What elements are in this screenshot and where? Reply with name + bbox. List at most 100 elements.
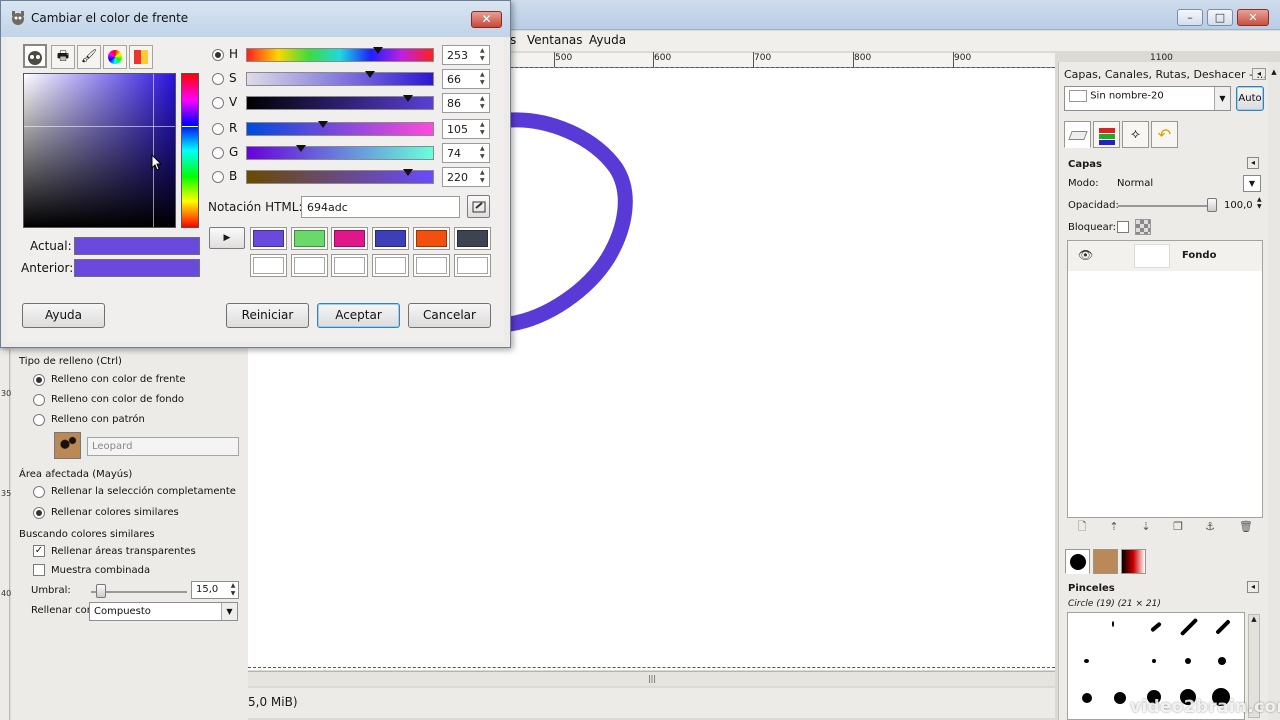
fill-transparent-checkbox[interactable]: ✓ — [33, 545, 45, 557]
horizontal-scrollbar[interactable]: ||| — [248, 671, 1055, 686]
layers-list[interactable]: 👁 Fondo — [1067, 240, 1263, 518]
opacity-track[interactable] — [1118, 205, 1213, 207]
layers-panel-menu-icon[interactable]: ◂ — [1247, 157, 1259, 169]
channel-radio-r[interactable] — [212, 123, 224, 135]
mode-value[interactable]: Normal — [1117, 178, 1153, 189]
brush-item[interactable] — [1215, 619, 1231, 635]
brushes-panel-menu-icon[interactable]: ◂ — [1247, 581, 1259, 593]
channel-marker-g[interactable] — [295, 145, 306, 152]
watercolor-selector-tab-icon[interactable]: 🖌 — [77, 45, 101, 69]
channel-marker-v[interactable] — [402, 95, 413, 102]
delete-layer-icon[interactable]: 🗑 — [1239, 520, 1253, 534]
layers-tab-icon[interactable] — [1064, 121, 1091, 148]
dialog-close-button[interactable]: ✕ — [471, 11, 502, 28]
sample-merged-checkbox[interactable] — [33, 564, 45, 576]
channel-radio-s[interactable] — [212, 73, 224, 85]
scroll-up-icon[interactable]: ▲ — [1249, 615, 1259, 623]
channel-radio-b[interactable] — [212, 171, 224, 183]
history-swatch[interactable] — [454, 227, 491, 250]
spin-arrows-icon[interactable]: ▲ ▼ — [480, 71, 488, 87]
channel-marker-b[interactable] — [402, 169, 413, 176]
patterns-tab-icon[interactable] — [1093, 549, 1118, 574]
brush-item[interactable] — [1179, 617, 1199, 637]
pattern-name-field[interactable]: Leopard — [87, 437, 239, 456]
scroll-grip-icon[interactable]: ||| — [646, 673, 658, 684]
spin-arrows-icon[interactable]: ▲ ▼ — [228, 582, 238, 598]
duplicate-layer-icon[interactable]: ❐ — [1171, 520, 1185, 534]
lower-layer-icon[interactable]: ⇣ — [1139, 520, 1153, 534]
layer-row-fondo[interactable]: 👁 Fondo — [1068, 241, 1262, 271]
channel-radio-g[interactable] — [212, 147, 224, 159]
image-selector[interactable]: Sin nombre-20 ▼ — [1064, 86, 1231, 111]
history-swatch-empty[interactable] — [372, 254, 409, 277]
channel-slider-r[interactable] — [246, 122, 434, 136]
fill-pattern-radio[interactable] — [33, 414, 45, 426]
channel-marker-r[interactable] — [318, 121, 329, 128]
threshold-thumb[interactable] — [96, 584, 106, 598]
add-to-history-button[interactable]: ▶ — [209, 227, 245, 249]
fill-bg-radio[interactable] — [33, 394, 45, 406]
html-notation-input[interactable]: 694adc — [301, 196, 460, 218]
channel-spin-g[interactable]: 74 ▲ ▼ — [442, 143, 490, 163]
spin-arrows-icon[interactable]: ▲ ▼ — [480, 169, 488, 185]
history-swatch[interactable] — [250, 227, 287, 250]
new-layer-icon[interactable]: 🗋 — [1075, 520, 1089, 534]
saturation-value-area[interactable] — [23, 73, 176, 228]
fill-selection-radio[interactable] — [33, 486, 45, 498]
cancel-button[interactable]: Cancelar — [408, 303, 491, 328]
channel-radio-h[interactable] — [212, 49, 224, 61]
brush-item[interactable] — [1150, 621, 1162, 633]
channel-slider-h[interactable] — [246, 48, 434, 62]
brush-item[interactable] — [1082, 693, 1092, 703]
maximize-button[interactable]: □ — [1207, 9, 1233, 26]
auto-button[interactable]: Auto — [1236, 86, 1264, 111]
channel-radio-v[interactable] — [212, 97, 224, 109]
brush-item[interactable] — [1084, 659, 1089, 663]
dock-scrollbar[interactable]: ▲ — [1268, 62, 1280, 720]
lock-alpha-checkerboard-icon[interactable] — [1135, 219, 1151, 235]
spin-arrows-icon[interactable]: ▲ ▼ — [480, 145, 488, 161]
channel-spin-s[interactable]: 66 ▲ ▼ — [442, 69, 490, 89]
reset-button[interactable]: Reiniciar — [226, 303, 309, 328]
channel-marker-s[interactable] — [365, 71, 376, 78]
history-swatch[interactable] — [331, 227, 368, 250]
channels-tab-icon[interactable] — [1093, 121, 1120, 148]
brush-item[interactable] — [1185, 658, 1191, 664]
history-swatch[interactable] — [413, 227, 450, 250]
opacity-spin-icon[interactable]: ▲ ▼ — [1257, 196, 1262, 210]
brush-item[interactable] — [1218, 657, 1226, 665]
brush-item[interactable] — [1152, 659, 1156, 663]
mode-dropdown-arrow-icon[interactable]: ▼ — [1243, 175, 1261, 192]
close-window-button[interactable]: ✕ — [1237, 9, 1269, 26]
channel-slider-g[interactable] — [246, 146, 434, 160]
opacity-value[interactable]: 100,0 — [1224, 200, 1253, 211]
channel-marker-h[interactable] — [372, 47, 383, 54]
pattern-preview[interactable] — [54, 432, 81, 459]
menu-ayuda[interactable]: Ayuda — [589, 33, 626, 47]
history-swatch-empty[interactable] — [454, 254, 491, 277]
minimize-button[interactable]: – — [1177, 9, 1203, 26]
channel-slider-s[interactable] — [246, 72, 434, 86]
brush-item[interactable] — [1112, 621, 1114, 627]
fill-similar-radio[interactable] — [33, 507, 45, 519]
history-swatch-empty[interactable] — [291, 254, 328, 277]
scroll-up-icon[interactable]: ▲ — [1268, 68, 1280, 76]
visibility-eye-icon[interactable]: 👁 — [1078, 248, 1093, 262]
help-button[interactable]: Ayuda — [22, 303, 105, 328]
palette-selector-tab-icon[interactable] — [129, 45, 153, 69]
channel-spin-b[interactable]: 220 ▲ ▼ — [442, 167, 490, 187]
dropdown-arrow-icon[interactable]: ▼ — [1214, 87, 1230, 110]
menu-ventanas[interactable]: Ventanas — [527, 33, 583, 47]
opacity-thumb[interactable] — [1207, 198, 1217, 212]
wheel-selector-tab-icon[interactable] — [103, 45, 127, 69]
brushes-tab-icon[interactable] — [1065, 549, 1090, 574]
undo-history-tab-icon[interactable]: ↶ — [1151, 121, 1178, 148]
history-swatch[interactable] — [372, 227, 409, 250]
spin-arrows-icon[interactable]: ▲ ▼ — [480, 95, 488, 111]
dock-menu-icon[interactable]: ◂ — [1252, 68, 1266, 80]
threshold-spin[interactable]: 15,0 ▲ ▼ — [191, 581, 239, 599]
gradients-tab-icon[interactable] — [1121, 549, 1146, 574]
channel-spin-h[interactable]: 253 ▲ ▼ — [442, 45, 490, 65]
history-swatch-empty[interactable] — [413, 254, 450, 277]
layer-name[interactable]: Fondo — [1182, 250, 1216, 261]
